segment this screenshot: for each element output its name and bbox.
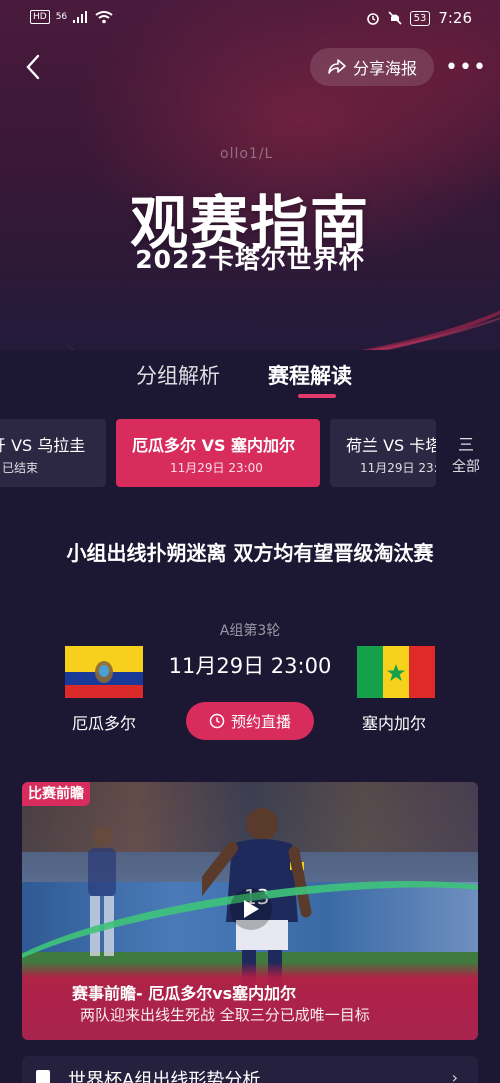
play-icon (244, 900, 259, 918)
tab-group-analysis[interactable]: 分组解析 (136, 360, 220, 390)
preview-tag: 比赛前瞻 (22, 782, 90, 806)
active-tab-indicator (298, 394, 336, 398)
tab-bar: 分组解析 赛程解读 (0, 360, 500, 400)
preview-video-card[interactable]: 13 比赛前瞻 赛事前瞻- 厄瓜多尔vs塞内加尔 两队迎来出线生死战 全取三分已… (22, 782, 478, 1040)
match-chip-time: 11月29日 23:00 (170, 461, 263, 475)
match-selector: 牙 VS 乌拉圭 已结束 厄瓜多尔 VS 塞内加尔 11月29日 23:00 荷… (0, 419, 500, 487)
match-chip[interactable]: 荷兰 VS 卡塔 11月29日 23: (330, 419, 436, 487)
reserve-live-button[interactable]: 预约直播 (186, 702, 314, 740)
play-button[interactable] (230, 888, 272, 930)
home-team-name: 厄瓜多尔 (72, 714, 137, 733)
status-bar: HD 56 53 7:26 (0, 0, 500, 38)
back-button[interactable] (18, 50, 48, 84)
alarm-icon (366, 13, 379, 25)
mute-icon (388, 11, 402, 25)
list-item-label: 世界杯A组出线形势分析 (68, 1070, 261, 1083)
share-label: 分享海报 (352, 59, 417, 78)
list-icon: 三 (458, 435, 475, 454)
match-round: A组第3轮 (219, 623, 281, 639)
away-team-name: 塞内加尔 (362, 714, 427, 733)
match-chip-time: 11月29日 23: (360, 461, 436, 475)
watermark-logo: ollo1/L (220, 146, 274, 162)
match-chip[interactable]: 牙 VS 乌拉圭 已结束 (0, 419, 106, 487)
all-matches-label: 全部 (452, 459, 480, 475)
hd-badge: HD (30, 10, 50, 24)
match-chip-status: 已结束 (2, 461, 39, 475)
match-chip-title: 牙 VS 乌拉圭 (0, 436, 86, 455)
page-subtitle: 2022卡塔尔世界杯 (135, 245, 365, 274)
more-dots-icon: ••• (445, 54, 487, 80)
video-title: 赛事前瞻- 厄瓜多尔vs塞内加尔 (72, 984, 297, 1003)
list-item[interactable]: 世界杯A组出线形势分析 › (22, 1056, 478, 1083)
more-button[interactable]: ••• (445, 50, 487, 84)
network-label: 56 (55, 12, 68, 22)
match-chip-title: 荷兰 VS 卡塔 (346, 436, 436, 455)
clock-icon (209, 713, 225, 729)
tab-schedule[interactable]: 赛程解读 (268, 360, 352, 390)
wifi-icon (95, 10, 113, 23)
article-icon (36, 1070, 50, 1083)
chevron-right-icon: › (451, 1068, 458, 1083)
all-matches-button[interactable]: 三 全部 (444, 419, 500, 487)
share-poster-button[interactable]: 分享海报 (310, 48, 434, 86)
match-chip-title: 厄瓜多尔 VS 塞内加尔 (132, 436, 296, 455)
match-time: 11月29日 23:00 (168, 654, 332, 678)
chevron-left-icon (26, 54, 40, 80)
signal-icon (73, 11, 88, 23)
clock: 7:26 (438, 9, 472, 27)
match-headline: 小组出线扑朔迷离 双方均有望晋级淘汰赛 (66, 541, 434, 565)
share-icon (328, 59, 346, 74)
match-chip-selected[interactable]: 厄瓜多尔 VS 塞内加尔 11月29日 23:00 (116, 419, 320, 487)
video-description: 两队迎来出线生死战 全取三分已成唯一目标 (80, 1006, 370, 1024)
reserve-live-label: 预约直播 (230, 712, 291, 731)
battery-icon: 53 (409, 10, 431, 26)
